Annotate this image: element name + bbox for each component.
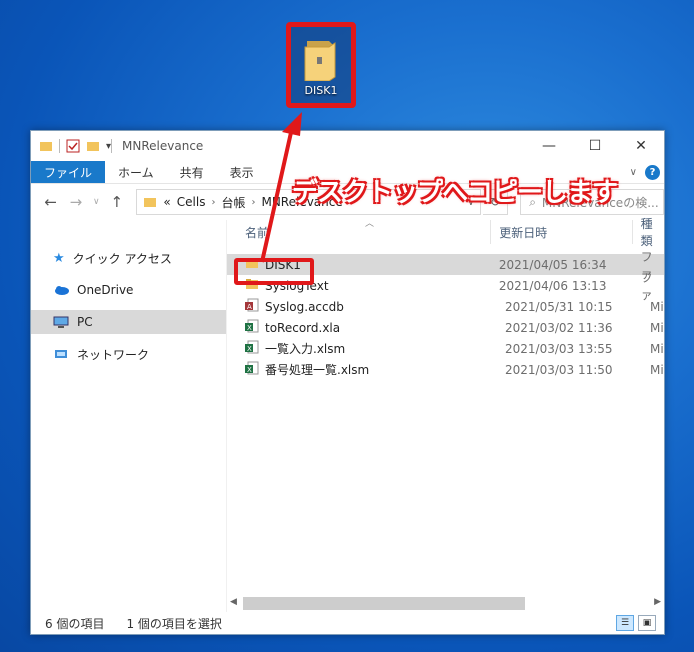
folder-icon [304,41,336,81]
nav-item-onedrive[interactable]: OneDrive [31,278,226,302]
scroll-left-icon[interactable]: ◀ [230,597,237,607]
excel-file-icon: X [245,361,259,378]
nav-item-label: クイック アクセス [72,251,172,266]
star-icon: ★ [53,250,65,266]
file-name: toRecord.xla [265,320,341,335]
file-row[interactable]: X 番号処理一覧.xlsm 2021/03/03 11:50 Mi [227,359,664,380]
up-button[interactable]: ↑ [105,190,128,214]
column-header-date[interactable]: 更新日時 [490,220,631,244]
title-bar: ▾ MNRelevance — ☐ ✕ [31,131,664,161]
file-date: 2021/03/03 11:50 [505,362,613,377]
access-file-icon: A [245,298,259,315]
nav-item-label: PC [77,315,93,329]
file-row[interactable]: A Syslog.accdb 2021/05/31 10:15 Mi [227,296,664,317]
help-icon[interactable]: ? [645,164,660,180]
file-name: Syslog.accdb [265,299,344,314]
maximize-button[interactable]: ☐ [572,131,618,161]
breadcrumb-overflow[interactable]: « [163,195,170,209]
item-count: 6 個の項目 [45,616,105,631]
file-name-cell: X 一覧入力.xlsm [227,340,497,357]
file-name: 番号処理一覧.xlsm [265,363,370,377]
details-view-icon[interactable]: ☰ [616,615,634,631]
tab-view[interactable]: 表示 [217,161,267,183]
svg-text:A: A [247,303,252,311]
expand-ribbon-icon[interactable]: ∨ [630,167,637,178]
new-folder-icon[interactable] [86,140,100,152]
folder-icon [40,142,52,151]
file-type: Mi [650,341,664,356]
column-header-type[interactable]: 種類 [631,217,664,248]
excel-file-icon: X [245,340,259,357]
status-bar: 6 個の項目 1 個の項目を選択 ☰ ▣ [31,612,664,634]
file-row[interactable]: X 一覧入力.xlsm 2021/03/03 13:55 Mi [227,338,664,359]
file-name-cell: XtoRecord.xla [227,319,497,336]
file-type: ファ [640,270,653,302]
navigation-pane: ★ クイック アクセス OneDrive PC ネットワーク [31,220,226,612]
desktop-icon-label: DISK1 [304,84,338,97]
nav-item-network[interactable]: ネットワーク [31,342,226,366]
breadcrumb-item[interactable]: 台帳 [221,194,245,211]
breadcrumb-item[interactable]: Cells [177,195,206,209]
scrollbar-thumb[interactable] [243,597,525,610]
nav-item-quick-access[interactable]: ★ クイック アクセス [31,246,226,270]
column-header-name[interactable]: 名前 [227,224,490,241]
file-date: 2021/04/06 13:13 [498,278,607,293]
highlight-box [234,258,314,285]
tab-share[interactable]: 共有 [167,161,217,183]
annotation-text: デスクトップへコピーします [292,178,618,208]
window-title: MNRelevance [122,139,204,153]
file-name-cell: A Syslog.accdb [227,298,497,315]
svg-text:X: X [247,345,252,353]
large-icons-view-icon[interactable]: ▣ [638,615,656,631]
properties-icon[interactable] [66,139,80,153]
svg-text:X: X [247,366,252,374]
forward-button[interactable]: → [64,190,87,214]
tab-file[interactable]: ファイル [31,161,106,183]
minimize-button[interactable]: — [526,131,572,161]
selection-count: 1 個の項目を選択 [126,616,222,631]
computer-icon [53,316,69,328]
tab-home[interactable]: ホーム [105,161,167,183]
sort-ascending-icon: ︿ [365,219,375,229]
file-type: Mi [650,320,664,335]
quick-access-toolbar: ▾ [39,139,111,153]
network-icon [55,350,67,358]
file-name: 一覧入力.xlsm [265,342,346,356]
nav-item-label: ネットワーク [77,347,150,362]
file-date: 2021/05/31 10:15 [505,299,613,314]
folder-icon [144,198,157,207]
excel-file-icon: X [245,319,259,336]
file-type: Mi [650,362,664,377]
file-row[interactable]: XtoRecord.xla 2021/03/02 11:36 Mi [227,317,664,338]
file-type: Mi [650,299,664,314]
desktop-disk1-icon[interactable]: DISK1 [286,22,356,108]
horizontal-scrollbar[interactable]: ◀ ▶ [227,594,664,612]
cloud-icon [55,286,69,295]
file-date: 2021/03/02 11:36 [505,320,613,335]
nav-item-label: OneDrive [77,283,134,297]
file-date: 2021/03/03 13:55 [505,341,613,356]
recent-locations-icon[interactable]: ∨ [90,190,104,214]
file-date: 2021/04/05 16:34 [498,257,607,272]
back-button[interactable]: ← [39,190,62,214]
file-name-cell: X 番号処理一覧.xlsm [227,361,497,378]
svg-text:X: X [247,324,252,332]
nav-item-pc[interactable]: PC [31,310,226,334]
close-button[interactable]: ✕ [618,131,664,161]
column-headers: ︿ 名前 更新日時 種類 [227,217,664,248]
scroll-right-icon[interactable]: ▶ [654,597,661,607]
